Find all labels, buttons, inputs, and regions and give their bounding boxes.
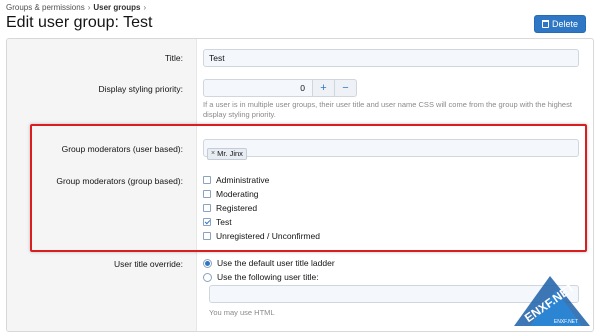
breadcrumb-current-link[interactable]: User groups [93, 3, 140, 12]
moderators-group-label: Group moderators (group based): [56, 176, 183, 186]
title-option-custom[interactable]: Use the following user title: [203, 272, 319, 282]
title-input[interactable]: Test [203, 49, 579, 67]
priority-stepper: 0 + − [203, 79, 357, 97]
radio-selected[interactable] [203, 258, 212, 268]
delete-button-label: Delete [551, 19, 578, 29]
group-option-label: Moderating [216, 189, 259, 199]
checkbox[interactable] [203, 232, 211, 240]
remove-token-icon[interactable]: × [211, 150, 215, 157]
svg-text:ENXF.NET: ENXF.NET [554, 319, 578, 325]
checkbox[interactable] [203, 190, 211, 198]
title-option-default-label: Use the default user title ladder [217, 258, 335, 268]
group-option-label: Unregistered / Unconfirmed [216, 231, 320, 241]
priority-input[interactable]: 0 [203, 79, 313, 97]
user-token-label: Mr. Jinx [217, 149, 243, 158]
priority-label: Display styling priority: [98, 84, 183, 94]
radio[interactable] [203, 272, 212, 282]
group-option-label: Test [216, 217, 232, 227]
checkbox[interactable] [203, 176, 211, 184]
breadcrumb-parent-link[interactable]: Groups & permissions [6, 3, 85, 12]
enxf-watermark-logo: ENXF.NET ENXF.NET [514, 276, 590, 326]
priority-hint: If a user is in multiple user groups, th… [203, 100, 572, 119]
breadcrumb: Groups & permissions › User groups › [6, 3, 146, 12]
page-title: Edit user group: Test [6, 14, 153, 31]
chevron-right-icon: › [143, 3, 147, 12]
checkbox[interactable] [203, 204, 211, 212]
user-token: × Mr. Jinx [207, 147, 247, 160]
group-option[interactable]: Moderating [203, 189, 259, 199]
title-override-label: User title override: [114, 259, 183, 269]
title-label: Title: [164, 53, 183, 63]
chevron-right-icon: › [87, 3, 91, 12]
group-option[interactable]: Unregistered / Unconfirmed [203, 231, 320, 241]
group-option[interactable]: Registered [203, 203, 257, 213]
group-option-label: Administrative [216, 175, 270, 185]
title-option-custom-label: Use the following user title: [217, 272, 319, 282]
group-option[interactable]: Test [203, 217, 232, 227]
moderators-user-label: Group moderators (user based): [61, 144, 183, 154]
group-option[interactable]: Administrative [203, 175, 269, 185]
title-option-default[interactable]: Use the default user title ladder [203, 258, 335, 268]
increment-button[interactable]: + [313, 79, 335, 97]
group-option-label: Registered [216, 203, 258, 213]
trash-icon [541, 20, 549, 28]
decrement-button[interactable]: − [335, 79, 357, 97]
edit-form: Title: Test Display styling priority: 0 … [6, 38, 594, 332]
checkbox-checked[interactable] [203, 218, 211, 226]
moderators-user-input[interactable]: × Mr. Jinx [203, 139, 579, 160]
delete-button[interactable]: Delete [533, 15, 586, 33]
